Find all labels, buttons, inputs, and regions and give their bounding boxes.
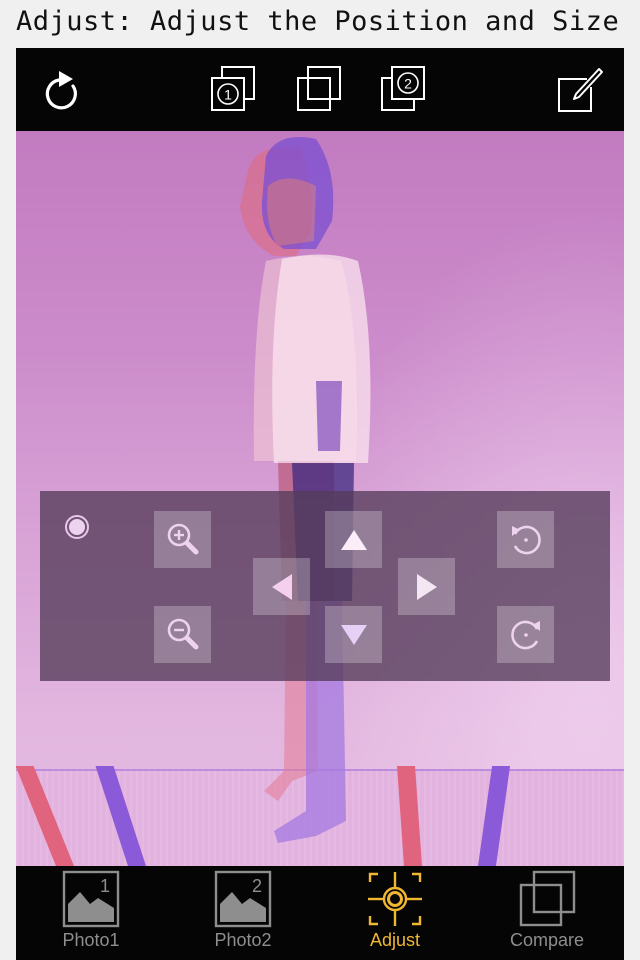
rotate-clockwise-icon <box>510 620 540 649</box>
photo2-badge: 2 <box>404 76 412 92</box>
tab-compare[interactable]: Compare <box>487 870 607 958</box>
photo1-tab-badge: 1 <box>100 876 110 896</box>
overlay-button[interactable] <box>292 62 348 118</box>
arrow-up-icon <box>340 529 367 550</box>
photo2-front-button[interactable]: 2 <box>376 62 432 118</box>
arrow-left-icon <box>271 573 292 600</box>
arrow-down-icon <box>340 624 367 645</box>
redo-icon <box>45 71 77 110</box>
zoom-in-icon <box>167 523 198 554</box>
layer-select-radio[interactable] <box>65 515 89 539</box>
photo1-badge: 1 <box>224 87 232 103</box>
adjust-control-panel <box>40 491 610 681</box>
photo-canvas[interactable] <box>16 131 624 866</box>
arrow-right-icon <box>416 573 437 600</box>
photo1-front-button[interactable]: 1 <box>206 62 262 118</box>
move-right-button[interactable] <box>398 558 455 615</box>
layer-photo1-icon: 1 <box>211 66 255 111</box>
tab-photo2[interactable]: 2 Photo2 <box>183 870 303 958</box>
zoom-out-button[interactable] <box>154 606 211 663</box>
photo2-icon: 2 <box>214 870 272 928</box>
rotate-right-button[interactable] <box>497 606 554 663</box>
move-up-button[interactable] <box>325 511 382 568</box>
edit-icon <box>558 68 603 112</box>
layer-photo2-icon: 2 <box>381 66 425 111</box>
tab-label: Adjust <box>369 930 421 950</box>
overlay-icon <box>297 66 341 111</box>
app-screen: 1 2 1 Photo1 2 Photo2 Adjust Compare <box>16 48 624 960</box>
caption-title: Adjust: Adjust the Position and Size <box>16 6 620 37</box>
move-down-button[interactable] <box>325 606 382 663</box>
edit-button[interactable] <box>552 62 608 118</box>
photo2-tab-badge: 2 <box>252 876 262 896</box>
compare-icon <box>519 870 576 927</box>
crosshair-target-icon <box>368 872 422 926</box>
tab-photo1[interactable]: 1 Photo1 <box>31 870 151 958</box>
rotate-counterclockwise-icon <box>511 525 541 554</box>
redo-button[interactable] <box>36 62 92 118</box>
bottom-tab-bar: 1 Photo1 2 Photo2 Adjust Compare <box>16 866 624 960</box>
tab-label: Compare <box>509 930 585 950</box>
tab-label: Photo2 <box>214 930 272 950</box>
rotate-left-button[interactable] <box>497 511 554 568</box>
photo1-icon: 1 <box>62 870 120 928</box>
move-left-button[interactable] <box>253 558 310 615</box>
zoom-out-icon <box>167 618 198 649</box>
top-toolbar: 1 2 <box>16 48 624 131</box>
radio-selected-dot <box>69 519 85 535</box>
tab-adjust[interactable]: Adjust <box>335 870 455 958</box>
zoom-in-button[interactable] <box>154 511 211 568</box>
tab-label: Photo1 <box>62 930 120 950</box>
